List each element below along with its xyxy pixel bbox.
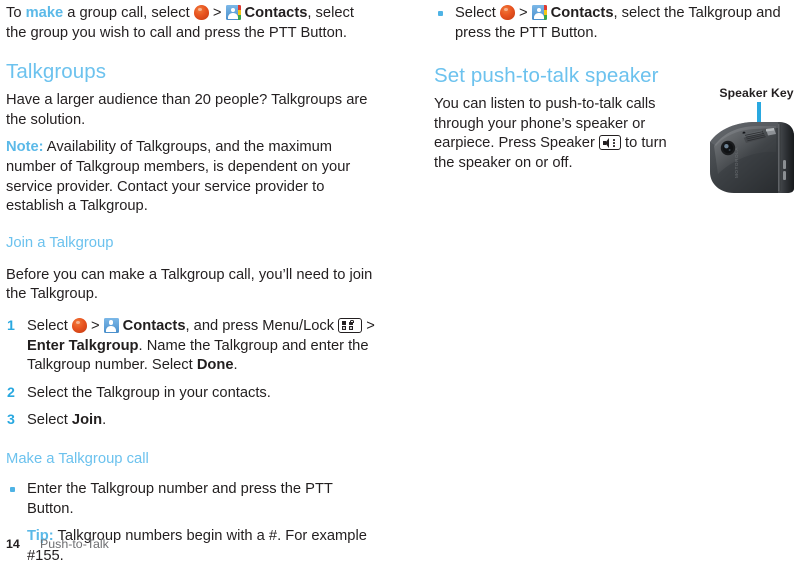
left-column: To make a group call, select > Contacts,… <box>6 0 378 566</box>
main-menu-icon <box>499 5 515 20</box>
contacts-icon <box>103 317 119 333</box>
step1-pre-text: Select <box>27 317 72 334</box>
main-menu-icon <box>193 5 209 20</box>
join-steps-list: 1 Select > Contacts, and press Menu/Lock … <box>6 317 378 431</box>
make-call-bullet-text: Enter the Talkgroup number and press the… <box>27 480 333 517</box>
intro-pre-text: To <box>6 5 26 21</box>
page-footer: 14 Push-to-Talk <box>6 537 109 551</box>
phone-brand-text: MOTOROLA <box>734 147 739 178</box>
step2-text: Select the Talkgroup in your contacts. <box>27 384 271 401</box>
bullet-dot-icon <box>438 11 443 16</box>
step-number: 1 <box>7 317 15 334</box>
step-number: 2 <box>7 384 15 401</box>
note-text: Availability of Talkgroups, and the maxi… <box>6 139 351 215</box>
set-speaker-heading: Set push-to-talk speaker <box>434 64 659 88</box>
list-item: 3 Select Join. <box>6 411 378 431</box>
contacts-person-body-icon <box>534 12 544 19</box>
contacts-person-body-icon <box>228 12 238 19</box>
page-number: 14 <box>6 537 20 551</box>
list-item: Enter the Talkgroup number and press the… <box>6 480 378 519</box>
make-talkgroup-call-subheading: Make a Talkgroup call <box>6 450 149 467</box>
join-intro-paragraph: Before you can make a Talkgroup call, yo… <box>6 266 373 303</box>
intro-separator: > <box>208 5 226 21</box>
bullet-dot-icon <box>10 486 15 492</box>
intro-paragraph: To make a group call, select > Contacts,… <box>6 4 378 43</box>
step1-separator: > <box>86 317 104 334</box>
contacts-person-head-icon <box>108 320 114 325</box>
step-number: 3 <box>7 412 15 429</box>
step3-end-text: . <box>102 412 107 429</box>
step1-separator-2: > <box>362 317 375 334</box>
intro-mid-text: a group call, select <box>63 5 194 21</box>
speaker-body-paragraph: You can listen to push-to-talk calls thr… <box>434 95 682 173</box>
talkgroups-intro-paragraph: Have a larger audience than 20 people? T… <box>6 92 368 128</box>
list-item: Select > Contacts, select the Talkgroup … <box>434 4 804 43</box>
step3-pre-text: Select <box>27 412 72 429</box>
speaker-key-figure: Speaker Key MOTOROLA <box>704 86 809 196</box>
figure-caption: Speaker Key <box>719 86 794 100</box>
step1-done-label: Done <box>196 357 234 374</box>
main-menu-icon <box>71 317 87 333</box>
make-call-bullet-list: Enter the Talkgroup number and press the… <box>6 480 378 519</box>
contacts-person-head-icon <box>230 7 236 12</box>
join-talkgroup-subheading: Join a Talkgroup <box>6 234 114 251</box>
contacts-color-tabs-icon <box>544 5 547 20</box>
contacts-person-body-icon <box>106 325 116 332</box>
note-label: Note: <box>6 139 44 156</box>
note-paragraph: Note: Availability of Talkgroups, and th… <box>6 138 378 216</box>
phone-illustration: MOTOROLA <box>710 122 794 193</box>
contacts-person-head-icon <box>536 7 542 12</box>
step3-join-label: Join <box>71 412 103 429</box>
step1-end-text: . <box>233 357 238 374</box>
talkgroups-heading: Talkgroups <box>6 60 107 84</box>
contacts-color-tabs-icon <box>238 5 241 20</box>
step1-enter-talkgroup-label: Enter Talkgroup <box>27 337 139 354</box>
intro-contacts-label: Contacts <box>244 5 308 21</box>
list-item: 2 Select the Talkgroup in your contacts. <box>6 384 378 404</box>
intro-emphasis: make <box>25 5 64 21</box>
talkgroup-call-bullet-list: Select > Contacts, select the Talkgroup … <box>434 4 804 43</box>
speaker-key-icon <box>598 135 621 151</box>
list-item: 1 Select > Contacts, and press Menu/Lock … <box>6 317 378 376</box>
right-bullet-contacts-label: Contacts <box>550 5 614 21</box>
contacts-icon <box>225 5 241 20</box>
contacts-icon <box>531 5 547 20</box>
footer-section-label: Push-to-Talk <box>40 537 109 551</box>
step1-contacts-label: Contacts <box>122 317 186 334</box>
right-bullet-separator: > <box>514 5 532 21</box>
right-bullet-pre-text: Select <box>455 5 500 21</box>
step1-mid-text: , and press Menu/Lock <box>185 317 339 334</box>
menu-lock-key-icon <box>338 317 363 333</box>
